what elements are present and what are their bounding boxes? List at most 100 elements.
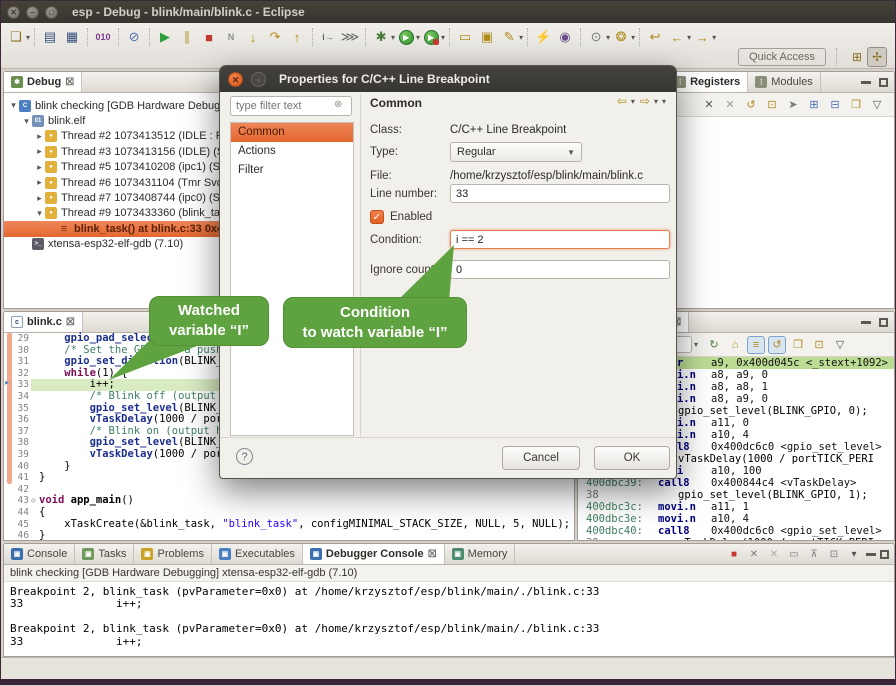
line-number-input[interactable] — [450, 184, 670, 203]
editor-line[interactable]: 45 xTaskCreate(&blink_task, "blink_task"… — [4, 519, 574, 531]
save-all-icon[interactable]: ▦ — [62, 27, 82, 47]
condition-input[interactable] — [450, 230, 670, 249]
chevron-down-icon[interactable]: ▾ — [712, 33, 716, 42]
window-minimize-button[interactable]: – — [26, 6, 39, 19]
disassembly-line[interactable]: 400dbc3e:movi.na10, 4 — [578, 513, 894, 525]
view-menu-icon[interactable]: ▽ — [831, 336, 849, 354]
maximize-icon[interactable] — [880, 550, 889, 559]
enabled-checkbox[interactable]: ✓ — [370, 210, 384, 224]
disassembly-line[interactable]: 400dbc3c:movi.na11, 1 — [578, 501, 894, 513]
select-pointer-icon[interactable]: ➤ — [784, 96, 802, 114]
tab-debugger-console[interactable]: ▣Debugger Console☒ — [303, 544, 445, 564]
remove-launch-icon[interactable]: ✕ — [746, 546, 762, 562]
cancel-button[interactable]: Cancel — [502, 446, 580, 470]
gutter[interactable] — [4, 530, 14, 541]
mark-occurrences-icon[interactable]: ❂ — [611, 27, 631, 47]
close-icon[interactable]: ☒ — [66, 317, 75, 328]
external-tools-icon[interactable]: ▶ — [421, 27, 441, 47]
dialog-close-button[interactable]: ✕ — [228, 72, 243, 87]
build-binary-icon[interactable]: 010 — [93, 27, 113, 47]
save-icon[interactable]: ▤ — [40, 27, 60, 47]
tab-memory[interactable]: ▣Memory — [445, 544, 516, 564]
window-maximize-button[interactable]: □ — [45, 6, 58, 19]
pin-view-icon[interactable]: ⊡ — [810, 336, 828, 354]
display-selected-console-icon[interactable]: ▾ — [846, 546, 862, 562]
resume-icon[interactable]: ▶ — [155, 27, 175, 47]
chevron-down-icon[interactable]: ▾ — [631, 33, 635, 42]
gutter[interactable] — [4, 403, 14, 415]
gutter[interactable] — [4, 507, 14, 519]
dialog-nav-filter[interactable]: Filter — [231, 161, 353, 180]
gutter[interactable] — [4, 484, 14, 496]
gutter[interactable] — [4, 426, 14, 438]
maximize-icon[interactable] — [879, 78, 888, 87]
open-element-icon[interactable]: ▣ — [477, 27, 497, 47]
forward-icon[interactable]: → — [692, 27, 712, 47]
gutter[interactable] — [4, 356, 14, 368]
gutter[interactable] — [4, 391, 14, 403]
clear-console-icon[interactable]: ▭ — [786, 546, 802, 562]
gutter[interactable] — [4, 495, 14, 507]
fold-marker-icon[interactable]: ⊖ — [31, 495, 39, 507]
install-update-icon[interactable]: ◉ — [555, 27, 575, 47]
collapsed-arrow-icon[interactable]: ▸ — [34, 131, 45, 142]
tab-console[interactable]: ▣Console — [4, 544, 75, 564]
chevron-down-icon[interactable]: ▾ — [606, 33, 610, 42]
disconnect-icon[interactable]: N — [221, 27, 241, 47]
show-source-icon[interactable]: ≡ — [747, 336, 765, 354]
collapsed-arrow-icon[interactable]: ▸ — [34, 193, 45, 204]
ok-button[interactable]: OK — [594, 446, 670, 470]
tab-problems[interactable]: ▣Problems — [134, 544, 211, 564]
run-icon[interactable]: ▶ — [396, 27, 416, 47]
chevron-down-icon[interactable]: ▾ — [519, 33, 523, 42]
instruction-stepping-icon[interactable]: ⋙ — [340, 27, 360, 47]
gutter[interactable] — [4, 519, 14, 531]
minimize-icon[interactable] — [861, 81, 871, 84]
chevron-down-icon[interactable]: ▾ — [416, 33, 420, 42]
gutter[interactable] — [4, 368, 14, 380]
gutter[interactable] — [4, 461, 14, 473]
chevron-down-icon[interactable]: ▾ — [687, 33, 691, 42]
new-wizard-icon[interactable]: ❏ — [6, 27, 26, 47]
remove-selected-icon[interactable]: ✕ — [700, 96, 718, 114]
gutter[interactable] — [4, 437, 14, 449]
back-icon[interactable]: ⇦ — [617, 94, 627, 108]
minimize-icon[interactable] — [861, 321, 871, 324]
restore-defaults-icon[interactable]: ↺ — [742, 96, 760, 114]
collapsed-arrow-icon[interactable]: ▸ — [34, 146, 45, 157]
back-icon[interactable]: ← — [667, 27, 687, 47]
chevron-down-icon[interactable]: ▾ — [26, 33, 30, 42]
step-into-icon[interactable]: ↓ — [243, 27, 263, 47]
pin-icon[interactable]: ⊡ — [763, 96, 781, 114]
new-c-project-icon[interactable]: ▭ — [455, 27, 475, 47]
disassembly-line[interactable]: 400dbc40:call80x400dc6c0 <gpio_set_level… — [578, 525, 894, 537]
pin-console-icon[interactable]: ⊡ — [826, 546, 842, 562]
expanded-arrow-icon[interactable]: ▾ — [21, 116, 32, 127]
dialog-maximize-button[interactable]: ▫ — [251, 72, 266, 87]
open-perspective-icon[interactable]: ⊞ — [847, 47, 867, 67]
tab-registers[interactable]: ⋮Registers — [667, 72, 748, 92]
refresh-icon[interactable]: ↻ — [705, 336, 723, 354]
scroll-lock-icon[interactable]: ⊼ — [806, 546, 822, 562]
close-icon[interactable]: ☒ — [65, 77, 74, 88]
annotate-icon[interactable]: ✎ — [499, 27, 519, 47]
chevron-down-icon[interactable]: ▾ — [654, 97, 658, 106]
step-instruction-icon[interactable]: i→ — [318, 27, 338, 47]
tab-modules[interactable]: ⋮Modules — [748, 72, 821, 92]
sync-active-context-icon[interactable]: ↺ — [768, 336, 786, 354]
chevron-down-icon[interactable]: ▾ — [441, 33, 445, 42]
last-edit-location-icon[interactable]: ↩ — [645, 27, 665, 47]
expanded-arrow-icon[interactable]: ▾ — [8, 100, 19, 111]
dialog-nav-common[interactable]: Common — [231, 123, 353, 142]
remove-all-launches-icon[interactable]: ✕ — [766, 546, 782, 562]
type-dropdown[interactable]: Regular ▼ — [450, 142, 582, 162]
view-menu-icon[interactable]: ▾ — [662, 97, 666, 106]
minimize-icon[interactable] — [866, 553, 876, 556]
gutter[interactable] — [4, 333, 14, 345]
window-close-button[interactable]: ✕ — [7, 6, 20, 19]
forward-icon[interactable]: ⇨ — [640, 94, 650, 108]
step-over-icon[interactable]: ↷ — [265, 27, 285, 47]
remove-all-icon[interactable]: ✕ — [721, 96, 739, 114]
gutter[interactable] — [4, 345, 14, 357]
dialog-nav-actions[interactable]: Actions — [231, 142, 353, 161]
